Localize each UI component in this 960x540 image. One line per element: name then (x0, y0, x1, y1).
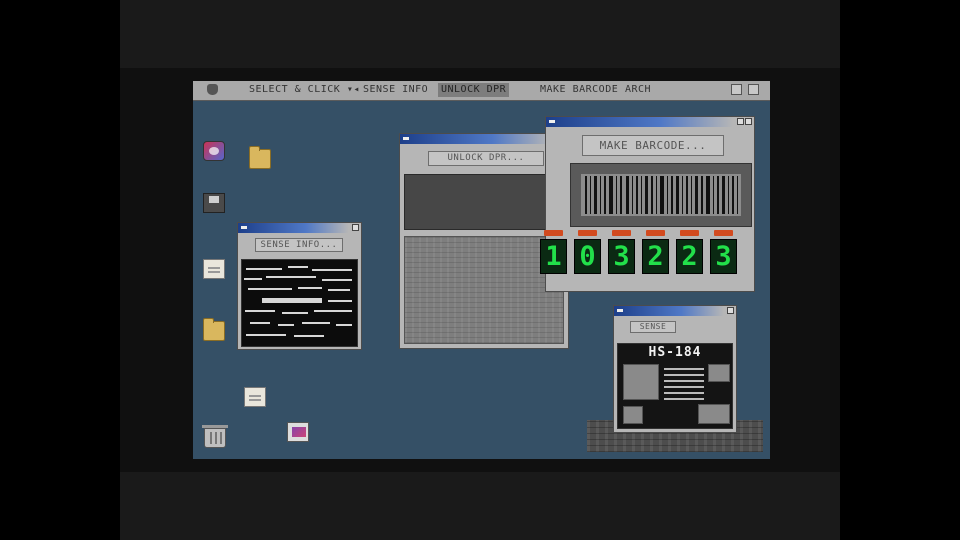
zoom-box-icon[interactable] (727, 307, 734, 314)
close-box-icon[interactable] (403, 137, 409, 140)
letterbox-bottom (120, 472, 840, 540)
window-control-icon[interactable] (731, 84, 742, 95)
close-box-icon[interactable] (617, 309, 623, 312)
dropdown-arrow-icon: ▾◂ (346, 84, 360, 95)
zoom-box-icon[interactable] (745, 118, 752, 125)
apple-menu-icon[interactable] (207, 84, 218, 95)
sense-info-window: SENSE INFO... (237, 222, 362, 350)
digit-value: 1 (540, 239, 567, 274)
unlock-dpr-button[interactable]: UNLOCK DPR... (428, 151, 544, 166)
specimen-image (708, 364, 730, 382)
hs184-window: SENSE HS-184 (613, 305, 737, 433)
digit-value: 2 (642, 239, 669, 274)
menu-item-unlock-dpr[interactable]: UNLOCK DPR (438, 83, 510, 97)
specimen-image (698, 404, 730, 424)
barcode-digit-readout: 1 0 3 2 2 3 (540, 230, 752, 280)
digit-value: 3 (608, 239, 635, 274)
digit-display: 1 (540, 230, 567, 274)
close-box-icon[interactable] (748, 84, 759, 95)
window-titlebar[interactable] (400, 134, 568, 144)
digit-display: 3 (710, 230, 737, 274)
digit-value: 3 (710, 239, 737, 274)
folder-icon[interactable] (203, 318, 225, 341)
specimen-image (623, 406, 643, 424)
app-icon[interactable] (203, 141, 225, 161)
close-box-icon[interactable] (549, 120, 555, 123)
sense-info-data-panel (241, 259, 358, 347)
digit-display: 2 (642, 230, 669, 274)
barcode (581, 174, 741, 216)
document-icon[interactable] (244, 387, 266, 407)
barcode-display (570, 163, 752, 227)
folder-icon[interactable] (249, 146, 271, 169)
creature-image (623, 364, 659, 400)
paint-app-icon[interactable] (287, 422, 309, 442)
menu-item-make-barcode[interactable]: MAKE BARCODE (540, 84, 618, 95)
hs184-info-card: HS-184 (617, 343, 733, 429)
menu-select-click[interactable]: SELECT & CLICK ▾◂ (249, 84, 360, 95)
menu-select-click-label: SELECT & CLICK (249, 84, 341, 95)
digit-value: 0 (574, 239, 601, 274)
hs184-title: HS-184 (648, 345, 702, 360)
trash-icon[interactable] (202, 425, 228, 448)
digit-display: 3 (608, 230, 635, 274)
make-barcode-button[interactable]: MAKE BARCODE... (582, 135, 724, 156)
sense-info-button[interactable]: SENSE INFO... (255, 238, 343, 252)
menu-item-arch[interactable]: ARCH (625, 84, 651, 95)
menu-bar: SELECT & CLICK ▾◂ SENSE INFO UNLOCK DPR … (193, 81, 770, 101)
info-text-lines (664, 368, 704, 370)
disk-icon[interactable] (203, 193, 225, 213)
collapse-box-icon[interactable] (737, 118, 744, 125)
window-titlebar[interactable] (238, 223, 361, 233)
window-titlebar[interactable] (546, 117, 754, 127)
digit-value: 2 (676, 239, 703, 274)
letterbox-top (120, 0, 840, 68)
unlock-display-panel (404, 174, 552, 230)
sense-button[interactable]: SENSE (630, 321, 676, 333)
document-icon[interactable] (203, 259, 225, 279)
close-box-icon[interactable] (241, 226, 247, 229)
menu-item-sense-info[interactable]: SENSE INFO (363, 84, 428, 95)
digit-display: 2 (676, 230, 703, 274)
make-barcode-window: MAKE BARCODE... 1 0 3 2 2 3 (540, 116, 755, 292)
window-titlebar[interactable] (614, 306, 736, 316)
digit-display: 0 (574, 230, 601, 274)
zoom-box-icon[interactable] (352, 224, 359, 231)
desktop-screen: SELECT & CLICK ▾◂ SENSE INFO UNLOCK DPR … (193, 81, 770, 459)
